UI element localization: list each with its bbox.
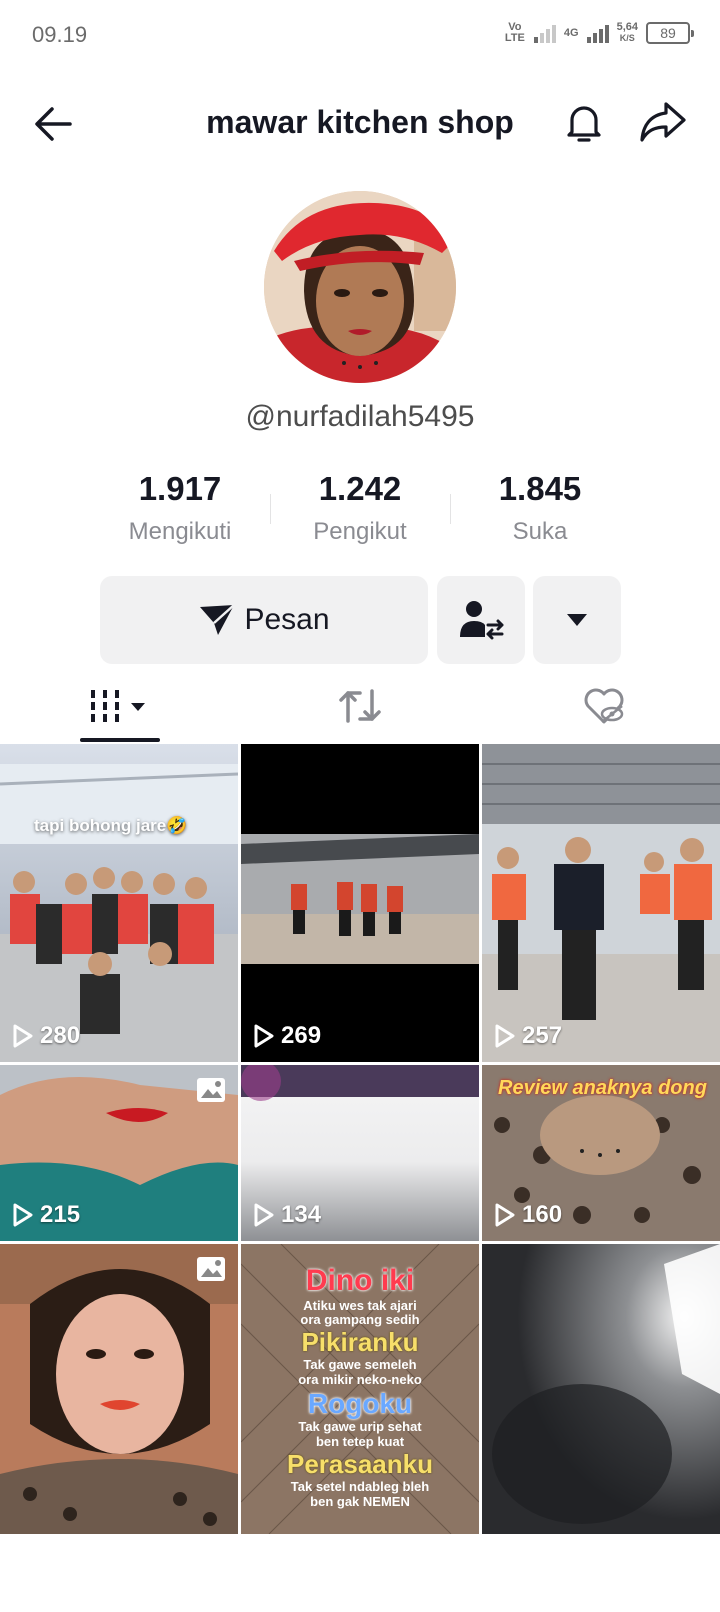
photo-icon [197,1078,225,1102]
caption-line: ora mikir neko-neko [298,1372,422,1388]
tab-reposts[interactable] [330,682,390,730]
tab-liked[interactable] [574,682,634,730]
send-icon [200,604,236,635]
video-view-count: 257 [494,1022,562,1050]
video-caption-block: Dino iki Atiku wes tak ajari ora gampang… [241,1264,479,1510]
video-thumbnail-6[interactable]: Review anaknya dong 160 [482,1065,720,1241]
play-icon [495,1024,515,1048]
avatar[interactable] [264,191,456,383]
play-icon [495,1203,515,1227]
status-icons: Vo LTE 4G 5,64 K/S 89 [504,21,694,44]
video-thumbnail-image [241,744,479,1062]
network-speed-unit: K/S [619,33,635,43]
stat-likes[interactable]: 1.845 Suka [450,470,630,550]
stat-followers-label: Pengikut [313,518,407,545]
caption-line: Perasaanku [287,1449,433,1480]
profile-handle: @nurfadilah5495 [245,400,475,433]
video-view-count: 215 [12,1201,80,1229]
video-thumbnail-9[interactable] [482,1244,720,1534]
signal-1-icon [533,23,556,43]
battery-level: 89 [660,25,676,41]
status-bar: 09.19 Vo LTE 4G 5,64 K/S 89 [0,0,720,72]
play-icon [13,1203,33,1227]
caption-line: ben gak NEMEN [310,1494,410,1510]
network-speed-value: 5,64 [616,21,638,33]
caption-line: ora gampang sedih [300,1312,420,1328]
video-caption: Review anaknya dong [498,1077,707,1099]
stat-followers[interactable]: 1.242 Pengikut [270,470,450,550]
stat-followers-value: 1.242 [318,470,402,507]
more-dropdown-button[interactable] [533,576,621,664]
view-count-value: 160 [522,1201,563,1228]
video-view-count: 160 [494,1201,562,1229]
video-view-count: 269 [253,1022,321,1050]
stat-following[interactable]: 1.917 Mengikuti [90,470,270,550]
battery-icon: 89 [646,22,694,44]
caption-line: Tak setel ndableg bleh [290,1479,430,1495]
stat-following-label: Mengikuti [128,518,232,545]
play-icon [13,1024,33,1048]
grid-icon [91,690,145,722]
tab-videos[interactable] [80,682,160,730]
video-thumbnail-image [482,744,720,1062]
video-thumbnail-image [482,1244,720,1534]
view-count-value: 280 [40,1022,81,1049]
bottom-spacer [0,1534,720,1612]
message-button[interactable]: Pesan [100,576,428,664]
repost-icon [339,689,381,723]
view-count-value: 269 [281,1022,322,1049]
volte-indicator: Vo LTE [504,21,525,44]
stat-likes-value: 1.845 [498,470,582,507]
profile-tabs [0,668,720,744]
caption-line: Atiku wes tak ajari [303,1297,417,1313]
caption-line: Tak gawe semeleh [303,1357,417,1373]
network-type: 4G [563,26,579,39]
stat-likes-label: Suka [512,518,568,545]
view-count-value: 134 [281,1201,322,1228]
video-thumbnail-3[interactable]: 257 [482,744,720,1062]
avatar-photo [264,191,456,383]
user-swap-icon [460,601,504,640]
video-caption: tapi bohong jare🤣 [34,816,188,835]
video-thumbnail-image [0,1244,238,1534]
status-time: 09.19 [32,22,88,47]
caption-line: Tak gawe urip sehat [298,1419,422,1435]
friends-button[interactable] [437,576,525,664]
caption-line: Pikiranku [301,1327,419,1358]
video-thumbnail-4[interactable]: 215 [0,1065,238,1241]
message-button-label: Pesan [244,603,330,636]
video-thumbnail-7[interactable] [0,1244,238,1534]
video-view-count: 280 [12,1022,80,1050]
video-thumbnail-2[interactable]: 269 [241,744,479,1062]
liked-hidden-icon [584,688,624,724]
network-speed: 5,64 K/S [617,22,638,44]
share-icon[interactable] [638,98,688,146]
signal-2-icon [586,23,609,43]
bell-icon[interactable] [560,98,608,146]
video-view-count: 134 [253,1201,321,1229]
video-thumbnail-5[interactable]: 134 [241,1065,479,1241]
caption-line: Dino iki [305,1264,415,1297]
caret-down-icon [567,614,587,626]
active-tab-indicator [80,738,160,742]
view-count-value: 257 [522,1022,563,1049]
photo-icon [197,1257,225,1281]
profile-header: mawar kitchen shop [0,88,720,158]
play-icon [254,1203,274,1227]
page-title: mawar kitchen shop [206,104,514,140]
view-count-value: 215 [40,1201,81,1228]
profile-stats: 1.917 Mengikuti 1.242 Pengikut 1.845 Suk… [90,470,630,550]
video-thumbnail-1[interactable]: tapi bohong jare🤣 280 [0,744,238,1062]
caption-line: ben tetep kuat [315,1434,405,1450]
stat-following-value: 1.917 [138,470,222,507]
video-thumbnail-8[interactable]: Dino iki Atiku wes tak ajari ora gampang… [241,1244,479,1534]
video-thumbnail-image [0,744,238,1062]
play-icon [254,1024,274,1048]
caption-line: Rogoku [307,1388,413,1420]
